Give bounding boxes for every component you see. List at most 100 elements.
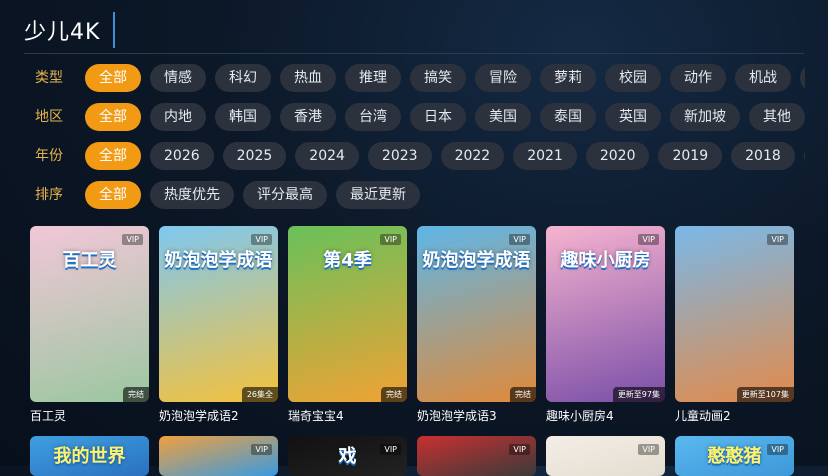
poster-logo-text: 趣味小厨房: [560, 250, 651, 271]
filter-chips-sort: 全部 热度优先 评分最高 最近更新: [85, 181, 420, 209]
filter-chip[interactable]: 新加坡: [670, 103, 740, 131]
status-badge: 完结: [381, 387, 407, 402]
filter-chip[interactable]: 热度优先: [150, 181, 234, 209]
card-title: 趣味小厨房4: [546, 409, 614, 423]
filter-chip[interactable]: 热血: [280, 64, 336, 92]
vip-badge: VIP: [380, 444, 401, 455]
vip-badge: VIP: [380, 234, 401, 245]
status-badge: 更新至97集: [612, 387, 665, 402]
poster-logo-text: 奶泡泡学成语: [164, 250, 273, 271]
vip-badge: VIP: [251, 234, 272, 245]
poster-image[interactable]: 百工灵 VIP 完结: [30, 226, 149, 402]
poster-image[interactable]: VIP 更新至107集: [675, 226, 794, 402]
card-title: 百工灵: [30, 409, 67, 423]
content-card[interactable]: VIP: [159, 436, 278, 476]
filter-chip[interactable]: 美国: [475, 103, 531, 131]
filter-chip[interactable]: 2021: [513, 142, 577, 170]
vip-badge: VIP: [509, 444, 530, 455]
filter-label-year: 年份: [35, 148, 63, 164]
focus-cursor: [113, 12, 115, 48]
filter-chip[interactable]: 日本: [410, 103, 466, 131]
content-card[interactable]: 百工灵 VIP 完结 百工灵: [30, 226, 149, 424]
filter-chip[interactable]: 英国: [605, 103, 661, 131]
filter-chip[interactable]: 萝莉: [540, 64, 596, 92]
filter-chip[interactable]: 机: [800, 64, 805, 92]
filter-chip[interactable]: 2017: [803, 142, 805, 170]
poster-logo-text: 百工灵: [62, 250, 117, 271]
vip-badge: VIP: [638, 444, 659, 455]
filter-chip[interactable]: 2024: [295, 142, 359, 170]
filter-chip[interactable]: 全部: [85, 142, 141, 170]
filter-chip[interactable]: 2018: [731, 142, 795, 170]
status-badge: 26集全: [241, 387, 278, 402]
filter-row-sort: 排序 全部 热度优先 评分最高 最近更新: [0, 181, 805, 209]
filter-chip[interactable]: 科幻: [215, 64, 271, 92]
filter-row-region: 地区 全部 内地 韩国 香港 台湾 日本 美国 泰国 英国 新加坡 其他: [0, 103, 805, 131]
content-card[interactable]: 第4季 VIP 完结瑞奇宝宝4: [288, 226, 407, 424]
content-card[interactable]: 戏 VIP: [288, 436, 407, 476]
content-card[interactable]: VIP: [546, 436, 665, 476]
card-title: 瑞奇宝宝4: [288, 409, 344, 423]
content-card[interactable]: VIP 更新至107集 儿童动画2: [675, 226, 794, 424]
card-title: 奶泡泡学成语3: [417, 409, 497, 423]
poster-image[interactable]: 奶泡泡学成语 VIP 26集全: [159, 226, 278, 402]
content-card[interactable]: 奶泡泡学成语 VIP 完结 奶泡泡学成语3: [417, 226, 536, 424]
vip-badge: VIP: [638, 234, 659, 245]
filter-chip[interactable]: 台湾: [345, 103, 401, 131]
poster-image[interactable]: 奶泡泡学成语 VIP 完结: [417, 226, 536, 402]
filter-chip[interactable]: 2019: [658, 142, 723, 170]
poster-image[interactable]: 第4季 VIP 完结: [288, 226, 407, 402]
filter-chip[interactable]: 最近更新: [336, 181, 420, 209]
filter-label-region: 地区: [35, 109, 63, 125]
content-card[interactable]: 我的世界: [30, 436, 149, 476]
vip-badge: VIP: [509, 234, 530, 245]
filter-chip[interactable]: 校园: [605, 64, 661, 92]
content-card[interactable]: 奶泡泡学成语 VIP 26集全 奶泡泡学成语2: [159, 226, 278, 424]
filter-chip[interactable]: 冒险: [475, 64, 531, 92]
filter-chips-type: 全部情感科幻热血推理搞笑冒险萝莉校园动作机战机: [85, 64, 805, 92]
vip-badge: VIP: [767, 234, 788, 245]
card-title: 奶泡泡学成语2: [159, 409, 239, 423]
vip-badge: VIP: [251, 444, 272, 455]
status-badge: 完结: [123, 387, 149, 402]
filter-chip[interactable]: 推理: [345, 64, 401, 92]
filter-label-type: 类型: [35, 70, 63, 86]
filter-label-sort: 排序: [35, 187, 63, 203]
filter-chips-region: 全部 内地 韩国 香港 台湾 日本 美国 泰国 英国 新加坡 其他: [85, 103, 805, 131]
filter-chip[interactable]: 内地: [150, 103, 206, 131]
filter-chip[interactable]: 情感: [150, 64, 206, 92]
page-title: 少儿4K: [24, 20, 101, 45]
filter-chip[interactable]: 评分最高: [243, 181, 327, 209]
content-card[interactable]: 趣味小厨房 VIP 更新至97集趣味小厨房4: [546, 226, 665, 424]
filter-chip[interactable]: 泰国: [540, 103, 596, 131]
filter-chip[interactable]: 机战: [735, 64, 791, 92]
filter-chip[interactable]: 全部: [85, 64, 141, 92]
poster-logo-text: 第4季: [323, 250, 372, 271]
vip-badge: VIP: [122, 234, 143, 245]
filter-chip[interactable]: 2020: [585, 142, 650, 170]
filter-chip[interactable]: 全部: [85, 103, 141, 131]
card-title: 儿童动画2: [675, 409, 731, 423]
content-card[interactable]: 憨憨猪 VIP: [675, 436, 794, 476]
filter-chip[interactable]: 2026: [150, 142, 214, 170]
filter-chip[interactable]: 2025: [222, 142, 287, 170]
filter-chip[interactable]: 2022: [440, 142, 505, 170]
filter-chip[interactable]: 2023: [367, 142, 432, 170]
content-grid: 百工灵 VIP 完结 百工灵 奶泡泡学成语 VIP 26集全 奶泡泡学成语2 第4季 VIP 完结瑞…: [30, 226, 794, 424]
status-badge: 完结: [510, 387, 536, 402]
poster-image[interactable]: 趣味小厨房 VIP 更新至97集: [546, 226, 665, 402]
filter-chip[interactable]: 搞笑: [410, 64, 466, 92]
content-card[interactable]: VIP: [417, 436, 536, 476]
filter-chip[interactable]: 韩国: [215, 103, 271, 131]
filter-chip[interactable]: 全部: [85, 181, 141, 209]
filter-chips-year: 全部 2026 2025 2024 2023 2022 2021 2020 2019 2018 20…: [85, 142, 805, 170]
filter-chip[interactable]: 其他: [749, 103, 805, 131]
filter-row-year: 年份 全部 2026 2025 2024 2023 2022 2021 2020 2019 201…: [0, 142, 805, 170]
header-divider: [24, 53, 804, 54]
status-badge: 更新至107集: [736, 387, 794, 402]
poster-logo-text: 奶泡泡学成语: [422, 250, 531, 271]
vip-badge: VIP: [767, 444, 788, 455]
filter-chip[interactable]: 香港: [280, 103, 336, 131]
filter-chip[interactable]: 动作: [670, 64, 726, 92]
filter-row-type: 类型 全部情感科幻热血推理搞笑冒险萝莉校园动作机战机: [0, 64, 805, 92]
